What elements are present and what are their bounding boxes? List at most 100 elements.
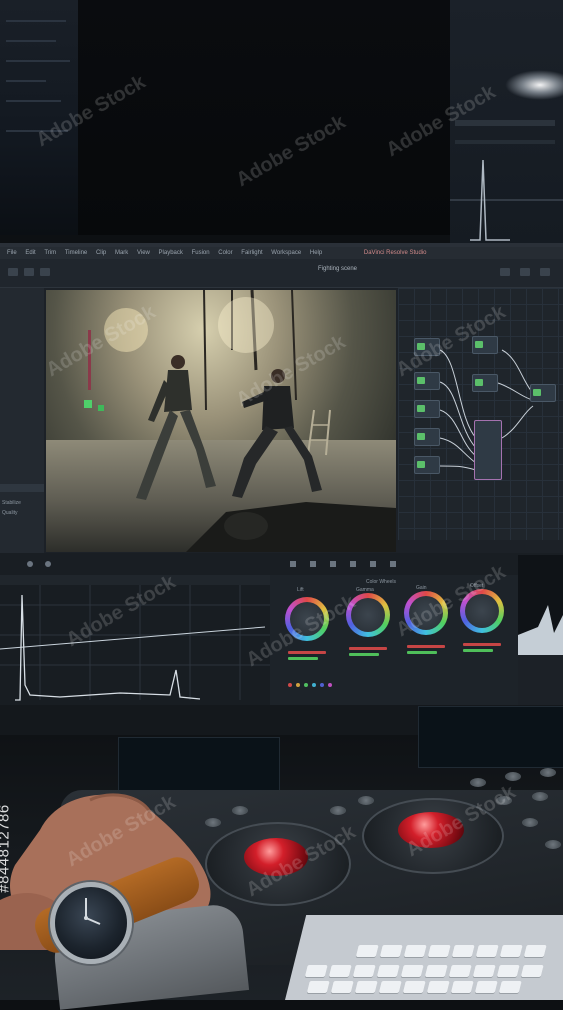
offset-green-bar bbox=[463, 649, 493, 652]
left-panel: Stabilize Quality bbox=[0, 288, 44, 558]
keyboard-key[interactable] bbox=[472, 965, 496, 977]
node-3[interactable] bbox=[414, 400, 440, 418]
keyboard-key[interactable] bbox=[474, 981, 498, 993]
keyboard-key[interactable] bbox=[451, 945, 475, 957]
menu-item-fusion[interactable]: Fusion bbox=[192, 250, 210, 256]
panel-key[interactable] bbox=[232, 806, 248, 815]
panel-key[interactable] bbox=[330, 806, 346, 815]
offset-red-bar bbox=[463, 643, 501, 646]
watch-hands bbox=[84, 898, 101, 925]
key-icon bbox=[390, 561, 396, 567]
toolbar-icons bbox=[8, 268, 550, 276]
background-scope-graph bbox=[450, 120, 563, 241]
gain-red-bar bbox=[407, 645, 445, 648]
left-panel-selected-row[interactable] bbox=[0, 484, 44, 492]
effects-icon bbox=[520, 268, 530, 276]
keyboard-key[interactable] bbox=[352, 965, 376, 977]
right-scope-graph bbox=[518, 605, 563, 655]
left-panel-item-stabilize[interactable]: Stabilize bbox=[2, 500, 21, 506]
timeline-title: Fighting scene bbox=[318, 266, 358, 272]
watch-icon bbox=[50, 882, 132, 964]
panel-key[interactable] bbox=[532, 792, 548, 801]
lift-green-bar bbox=[288, 657, 318, 660]
keyboard-icon[interactable] bbox=[285, 915, 563, 1000]
keyboard-key[interactable] bbox=[424, 965, 448, 977]
color-wheels-mode-label: Color Wheels bbox=[366, 579, 397, 585]
keyboard-key[interactable] bbox=[354, 981, 378, 993]
media-pool-icon bbox=[40, 268, 50, 276]
panel-key[interactable] bbox=[505, 772, 521, 781]
panel-key[interactable] bbox=[540, 768, 556, 777]
keyboard-key[interactable] bbox=[426, 981, 450, 993]
menu-item-mark[interactable]: Mark bbox=[115, 250, 128, 256]
gamma-label: Gamma bbox=[356, 587, 374, 593]
color-page-toolbar bbox=[0, 259, 563, 288]
stop-icon bbox=[45, 561, 51, 567]
menu-item-workspace[interactable]: Workspace bbox=[271, 250, 301, 256]
keyboard-key[interactable] bbox=[379, 945, 403, 957]
panel-key[interactable] bbox=[545, 840, 561, 849]
keyboard-key[interactable] bbox=[498, 981, 522, 993]
keyboard-key[interactable] bbox=[499, 945, 523, 957]
green-light bbox=[84, 400, 92, 408]
gamma-red-bar bbox=[349, 647, 387, 650]
node-7[interactable] bbox=[472, 374, 498, 392]
node-4[interactable] bbox=[414, 428, 440, 446]
luts-icon bbox=[24, 268, 34, 276]
menu-bar: File Edit Trim Timeline Clip Mark View P… bbox=[0, 247, 563, 259]
background-right-monitor bbox=[450, 0, 563, 245]
gallery-icon bbox=[8, 268, 18, 276]
lift-red-bar bbox=[288, 651, 326, 654]
lightbox-icon bbox=[540, 268, 550, 276]
tracker-icon bbox=[350, 561, 356, 567]
lcd-display-left bbox=[118, 737, 280, 791]
node-2[interactable] bbox=[414, 372, 440, 390]
right-scope bbox=[518, 555, 563, 655]
menu-item-view[interactable]: View bbox=[137, 250, 150, 256]
output-node[interactable] bbox=[530, 384, 556, 402]
menu-item-file[interactable]: File bbox=[7, 250, 17, 256]
menu-item-color[interactable]: Color bbox=[218, 250, 232, 256]
parallel-mixer-node[interactable] bbox=[474, 420, 502, 480]
keyboard-key[interactable] bbox=[306, 981, 330, 993]
keyboard-key[interactable] bbox=[330, 981, 354, 993]
left-panel-item-quality[interactable]: Quality bbox=[2, 510, 18, 516]
keyboard-key[interactable] bbox=[304, 965, 328, 977]
keyboard-key[interactable] bbox=[520, 965, 544, 977]
keyboard-key[interactable] bbox=[355, 945, 379, 957]
menu-item-trim[interactable]: Trim bbox=[44, 250, 56, 256]
qualifier-icon bbox=[310, 561, 316, 567]
panel-key[interactable] bbox=[522, 818, 538, 827]
keyboard-key[interactable] bbox=[400, 965, 424, 977]
panel-key[interactable] bbox=[470, 778, 486, 787]
keyboard-key[interactable] bbox=[376, 965, 400, 977]
menu-item-edit[interactable]: Edit bbox=[25, 250, 35, 256]
keyboard-key[interactable] bbox=[496, 965, 520, 977]
node-5[interactable] bbox=[414, 456, 440, 474]
play-icon bbox=[27, 561, 33, 567]
menu-item-fairlight[interactable]: Fairlight bbox=[241, 250, 262, 256]
window-icon bbox=[330, 561, 336, 567]
menu-item-playback[interactable]: Playback bbox=[159, 250, 183, 256]
lift-label: Lift bbox=[297, 587, 304, 593]
blur-icon bbox=[370, 561, 376, 567]
app-title: DaVinci Resolve Studio bbox=[363, 250, 427, 256]
gamma-green-bar bbox=[349, 653, 379, 656]
keyboard-key[interactable] bbox=[403, 945, 427, 957]
keyboard-key[interactable] bbox=[475, 945, 499, 957]
panel-key[interactable] bbox=[358, 796, 374, 805]
keyboard-key[interactable] bbox=[448, 965, 472, 977]
keyboard-key[interactable] bbox=[427, 945, 451, 957]
keyboard-key[interactable] bbox=[523, 945, 547, 957]
menu-item-timeline[interactable]: Timeline bbox=[65, 250, 87, 256]
menu-item-help[interactable]: Help bbox=[310, 250, 322, 256]
keyboard-key[interactable] bbox=[328, 965, 352, 977]
keyboard-key[interactable] bbox=[450, 981, 474, 993]
keyboard-key[interactable] bbox=[402, 981, 426, 993]
color-dots-row bbox=[288, 683, 332, 687]
keyboard-key[interactable] bbox=[378, 981, 402, 993]
menu-item-clip[interactable]: Clip bbox=[96, 250, 106, 256]
ceiling-light bbox=[505, 70, 563, 100]
gain-green-bar bbox=[407, 651, 437, 654]
curve-tool-icon bbox=[290, 561, 296, 567]
